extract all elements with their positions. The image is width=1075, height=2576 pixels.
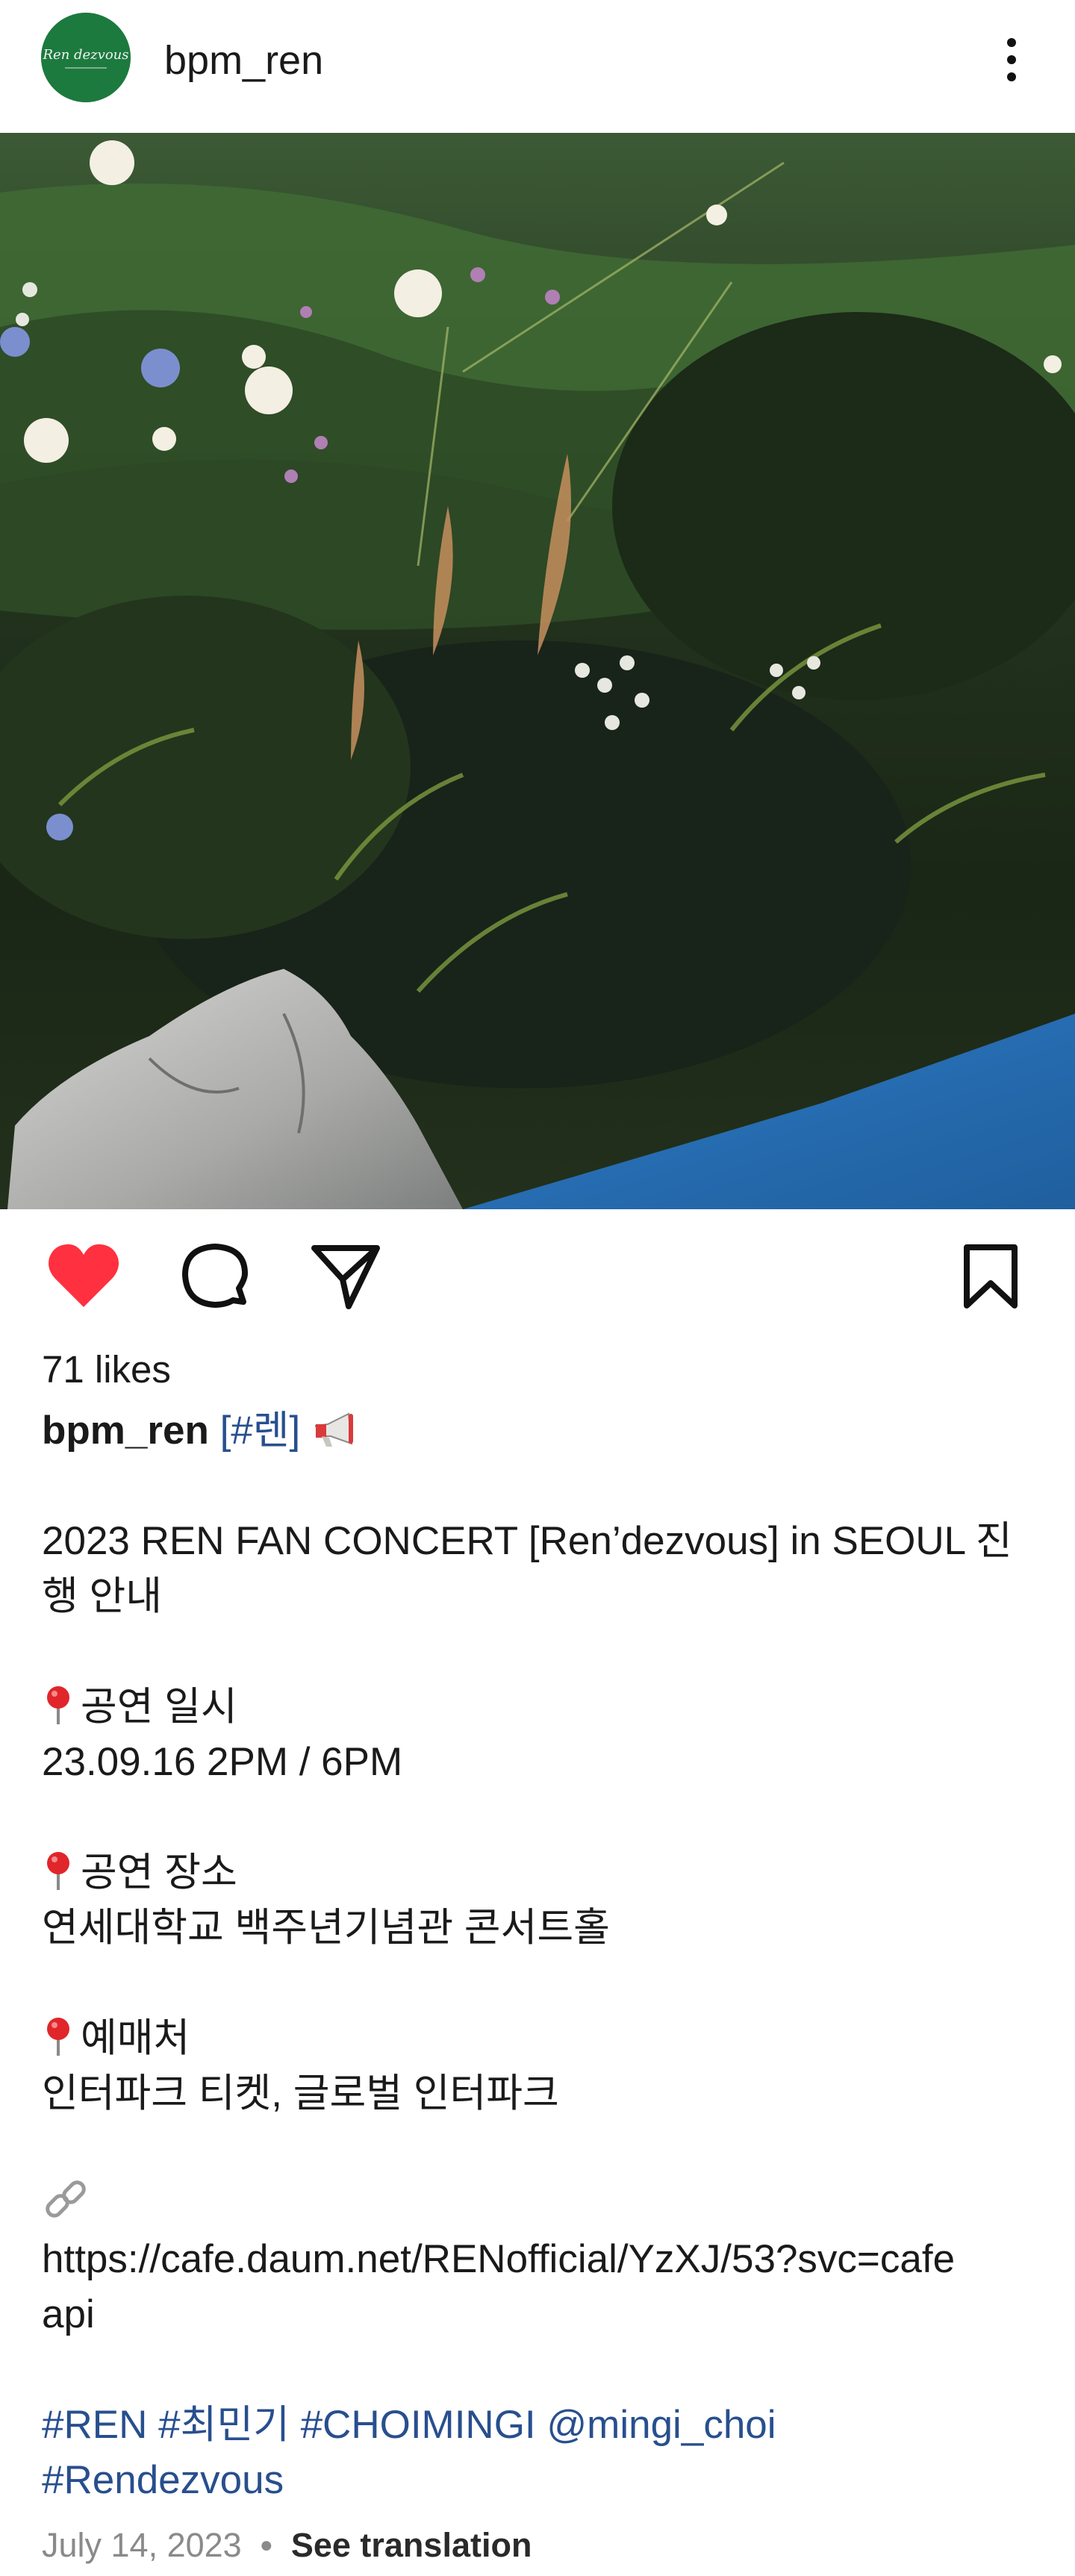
post-caption: bpm_ren [#렌] 2023 REN FAN CONCERT [Ren’d… bbox=[42, 1403, 1035, 2508]
caption-tags-line2[interactable]: #Rendezvous bbox=[42, 2453, 1035, 2508]
caption-title-line1: 2023 REN FAN CONCERT [Ren’dezvous] in SE… bbox=[42, 1519, 1012, 1563]
caption-hashtag-ren[interactable]: [#렌] bbox=[220, 1409, 301, 1453]
likes-count[interactable]: 71 likes bbox=[42, 1347, 171, 1391]
caption-venue-label-line: 공연 장소 bbox=[42, 1845, 1035, 1900]
venue-label: 공연 장소 bbox=[81, 1850, 237, 1894]
link-icon bbox=[46, 2180, 86, 2218]
round-pushpin-icon bbox=[47, 1852, 69, 1890]
venue-value: 연세대학교 백주년기념관 콘서트홀 bbox=[42, 1906, 610, 1950]
caption-link-line2[interactable]: api bbox=[42, 2287, 1035, 2342]
date-value: 23.09.16 2PM / 6PM bbox=[42, 1740, 403, 1784]
caption-author[interactable]: bpm_ren bbox=[42, 1409, 209, 1453]
comment-icon bbox=[182, 1244, 248, 1308]
caption-first-line: bpm_ren [#렌] bbox=[42, 1403, 1035, 1459]
see-translation-link[interactable]: See translation bbox=[291, 2526, 532, 2565]
bookmark-icon bbox=[964, 1244, 1018, 1309]
avatar[interactable]: Ren dezvous bbox=[41, 13, 131, 102]
ticket-label: 예매처 bbox=[81, 2016, 190, 2060]
separator-dot: ● bbox=[259, 2533, 273, 2557]
save-button[interactable] bbox=[953, 1239, 1028, 1314]
post-author-username[interactable]: bpm_ren bbox=[164, 37, 323, 84]
caption-title-line2: 행 안내 bbox=[42, 1574, 163, 1618]
more-options-button[interactable] bbox=[989, 30, 1034, 90]
more-vertical-icon bbox=[1007, 38, 1016, 81]
send-icon bbox=[311, 1245, 380, 1309]
avatar-text: Ren dezvous bbox=[42, 47, 128, 63]
caption-ticket-label-line: 예매처 bbox=[42, 2011, 1035, 2066]
like-button[interactable] bbox=[46, 1239, 121, 1314]
post-date: July 14, 2023 bbox=[42, 2526, 242, 2564]
post-image[interactable] bbox=[0, 133, 1075, 1209]
round-pushpin-icon bbox=[47, 1686, 69, 1724]
megaphone-icon bbox=[314, 1412, 353, 1447]
comment-button[interactable] bbox=[178, 1239, 252, 1314]
caption-date-label-line: 공연 일시 bbox=[42, 1680, 1035, 1735]
caption-link-line1[interactable]: https://cafe.daum.net/RENofficial/YzXJ/5… bbox=[42, 2232, 1035, 2287]
post-header: Ren dezvous bpm_ren bbox=[0, 0, 1075, 133]
caption-tags-line1[interactable]: #REN #최민기 #CHOIMINGI @mingi_choi bbox=[42, 2398, 1035, 2453]
ticket-value: 인터파크 티켓, 글로벌 인터파크 bbox=[42, 2071, 559, 2115]
avatar-logo: Ren dezvous bbox=[41, 13, 131, 102]
post-actions bbox=[0, 1209, 1075, 1344]
date-label: 공연 일시 bbox=[81, 1685, 237, 1729]
round-pushpin-icon bbox=[47, 2018, 69, 2056]
heart-filled-icon bbox=[49, 1244, 119, 1307]
share-button[interactable] bbox=[308, 1239, 383, 1314]
caption-link-icon-line bbox=[42, 2177, 1035, 2232]
post-photo bbox=[0, 133, 1075, 1209]
post-meta: July 14, 2023 ● See translation bbox=[42, 2526, 532, 2565]
